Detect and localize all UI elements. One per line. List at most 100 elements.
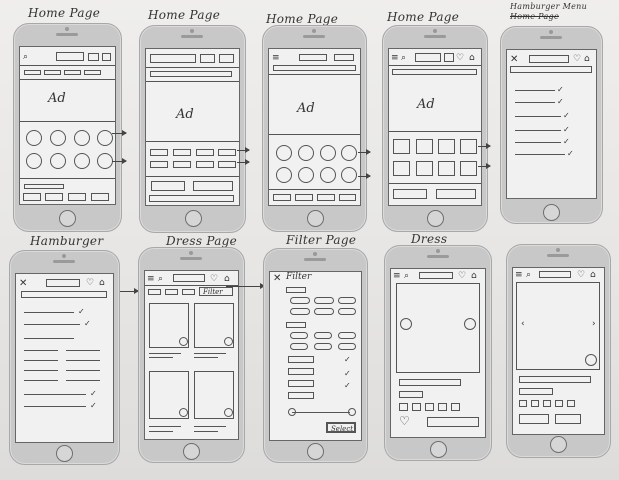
category-circle[interactable] [74, 130, 90, 146]
filter-option[interactable] [288, 380, 314, 387]
shopping-bag-icon[interactable]: ⌂ [471, 272, 477, 281]
shopping-bag-icon[interactable]: ⌂ [469, 54, 475, 63]
size-option[interactable] [451, 403, 460, 411]
sub-item[interactable] [66, 370, 100, 371]
hamburger-icon[interactable]: ≡ [272, 54, 280, 63]
product-tile[interactable] [173, 161, 191, 168]
filter-option[interactable] [288, 356, 314, 363]
chevron-left-icon[interactable] [400, 318, 412, 330]
sub-item[interactable] [66, 360, 100, 361]
filter-chip[interactable] [338, 308, 356, 315]
category-circle[interactable] [341, 167, 357, 183]
filter-chip[interactable] [314, 332, 332, 339]
sub-item[interactable] [66, 380, 100, 381]
search-icon[interactable]: ⌕ [23, 53, 28, 62]
heart-icon[interactable]: ♡ [210, 275, 218, 284]
bottom-tab[interactable] [339, 194, 356, 201]
heart-icon[interactable]: ♡ [577, 271, 585, 280]
heart-icon[interactable]: ♡ [458, 272, 466, 281]
filter-option[interactable] [288, 368, 314, 375]
menu-item[interactable] [515, 154, 565, 155]
product-tile[interactable] [218, 161, 236, 168]
menu-item[interactable] [24, 324, 80, 325]
menu-item[interactable] [515, 90, 555, 91]
size-option[interactable] [531, 400, 539, 407]
wishlist-heart-icon[interactable] [224, 337, 233, 346]
menu-item[interactable] [515, 130, 561, 131]
wishlist-heart-icon[interactable] [224, 408, 233, 417]
filter-chip[interactable] [290, 308, 310, 315]
bottom-tab[interactable] [23, 193, 41, 201]
hamburger-icon[interactable]: ≡ [515, 271, 523, 280]
product-tile[interactable] [393, 161, 410, 176]
hamburger-icon[interactable]: ≡ [393, 272, 401, 281]
sub-item[interactable] [24, 370, 58, 371]
filter-chip[interactable] [314, 297, 334, 304]
shopping-bag-icon[interactable]: ⌂ [99, 279, 105, 288]
search-box[interactable] [419, 272, 453, 279]
filter-option[interactable] [288, 392, 314, 399]
nav-bar[interactable] [392, 69, 477, 75]
nav-tab[interactable] [24, 70, 41, 75]
menu-item[interactable] [24, 394, 86, 395]
nav-bar[interactable] [150, 71, 232, 77]
category-tab[interactable] [182, 289, 195, 295]
bottom-tab[interactable] [45, 193, 63, 201]
search-icon[interactable]: ⌕ [158, 275, 163, 284]
search-box[interactable] [539, 271, 571, 278]
add-to-cart-button[interactable] [519, 414, 549, 424]
nav-tab[interactable] [64, 70, 81, 75]
close-icon[interactable]: ✕ [510, 55, 518, 65]
select-button[interactable]: Select [326, 422, 356, 433]
chevron-left-icon[interactable]: ‹ [521, 320, 525, 329]
heart-icon[interactable] [88, 53, 99, 61]
menu-item[interactable] [24, 406, 86, 407]
size-option[interactable] [438, 403, 447, 411]
chevron-right-icon[interactable]: › [592, 320, 596, 329]
hamburger-icon[interactable]: ≡ [391, 54, 399, 63]
close-icon[interactable]: ✕ [273, 274, 281, 284]
category-circle[interactable] [26, 130, 42, 146]
product-tile[interactable] [218, 149, 236, 156]
filter-chip[interactable] [314, 343, 332, 350]
price-range-slider[interactable] [292, 412, 350, 413]
slider-handle-max[interactable] [348, 408, 356, 416]
search-bar[interactable] [273, 65, 356, 71]
shopping-bag-icon[interactable] [219, 54, 234, 63]
search-icon[interactable]: ⌕ [401, 54, 406, 63]
search-icon[interactable]: ⌕ [526, 271, 531, 280]
category-circle[interactable] [50, 153, 66, 169]
heart-icon[interactable]: ♡ [86, 279, 94, 288]
category-tab[interactable] [148, 289, 161, 295]
filter-chip[interactable] [338, 297, 356, 304]
size-option[interactable] [567, 400, 575, 407]
product-tile[interactable] [460, 139, 477, 154]
bottom-tab[interactable] [273, 194, 291, 201]
search-box[interactable] [150, 54, 196, 63]
filter-chip[interactable] [314, 308, 334, 315]
filter-button[interactable]: Filter [199, 287, 233, 296]
sub-item[interactable] [66, 350, 100, 351]
size-option[interactable] [519, 400, 527, 407]
search-bar[interactable] [21, 291, 107, 298]
size-option[interactable] [555, 400, 563, 407]
product-tile[interactable] [196, 149, 214, 156]
category-circle[interactable] [320, 145, 336, 161]
size-option[interactable] [399, 403, 408, 411]
product-tile[interactable] [196, 161, 214, 168]
category-circle[interactable] [276, 145, 292, 161]
banner-card[interactable] [151, 181, 185, 191]
header-icons[interactable] [334, 54, 354, 61]
heart-icon[interactable]: ♡ [456, 54, 464, 63]
category-circle[interactable] [26, 153, 42, 169]
wishlist-heart-icon[interactable] [179, 408, 188, 417]
filter-chip[interactable] [338, 332, 356, 339]
search-box[interactable] [46, 279, 80, 287]
category-circle[interactable] [74, 153, 90, 169]
category-circle[interactable] [298, 167, 314, 183]
menu-item[interactable] [515, 102, 555, 103]
nav-tab[interactable] [84, 70, 101, 75]
wishlist-heart-icon[interactable] [585, 354, 597, 366]
wishlist-heart-icon[interactable] [179, 337, 188, 346]
product-tile[interactable] [393, 139, 410, 154]
